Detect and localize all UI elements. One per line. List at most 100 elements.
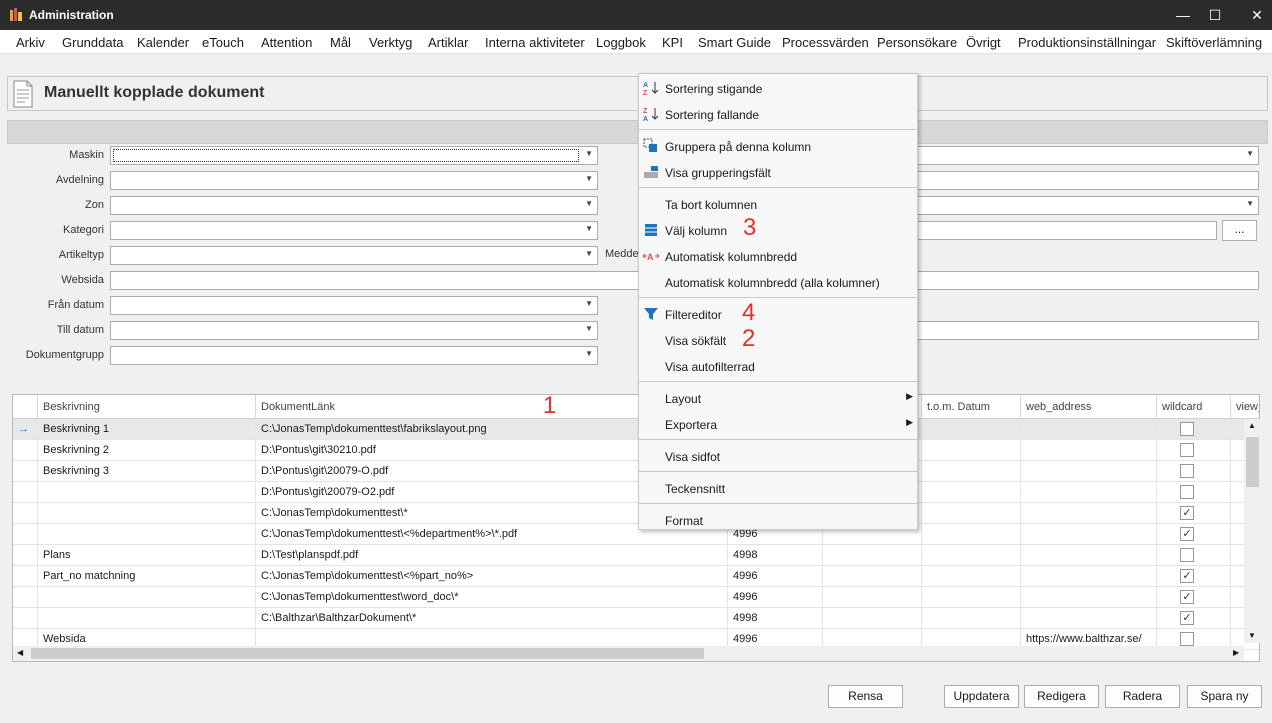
cell-dokumentlank[interactable]: C:\JonasTemp\dokumenttest\<%part_no%> (256, 566, 728, 587)
table-row[interactable]: C:\JonasTemp\dokumenttest\* ✓ (13, 503, 1259, 524)
cell-web-address[interactable] (1021, 587, 1157, 608)
cell-beskrivning[interactable]: Beskrivning 3 (38, 461, 256, 482)
websida-input[interactable] (110, 271, 640, 290)
fran-datum-picker[interactable]: ▼ (110, 296, 598, 315)
menu-sort-ascending[interactable]: AZ Sortering stigande (639, 76, 917, 100)
scroll-down-icon[interactable]: ▼ (1248, 631, 1256, 640)
zon-combo[interactable]: ▼ (110, 196, 598, 215)
scroll-thumb-horizontal[interactable] (31, 648, 704, 659)
table-row[interactable]: Beskrivning 3 D:\Pontus\git\20079-O.pdf (13, 461, 1259, 482)
menu-layout[interactable]: Layout ▶ (639, 386, 917, 410)
cell-tom-datum[interactable] (922, 545, 1021, 566)
cell-beskrivning[interactable] (38, 587, 256, 608)
table-row[interactable]: D:\Pontus\git\20079-O2.pdf (13, 482, 1259, 503)
table-row[interactable]: C:\JonasTemp\dokumenttest\word_doc\* 4996… (13, 587, 1259, 608)
menu-group-by-column[interactable]: Gruppera på denna kolumn (639, 134, 917, 158)
menu-font[interactable]: Teckensnitt (639, 476, 917, 500)
wildcard-checkbox[interactable]: ✓ (1180, 569, 1194, 583)
menu-loggbok[interactable]: Loggbok (596, 35, 646, 50)
cell-dokumentlank[interactable]: C:\JonasTemp\dokumenttest\word_doc\* (256, 587, 728, 608)
table-row[interactable]: Part_no matchning C:\JonasTemp\dokumentte… (13, 566, 1259, 587)
menu-show-autofilter-row[interactable]: Visa autofilterrad (639, 354, 917, 378)
menu-show-footer[interactable]: Visa sidfot (639, 444, 917, 468)
cell-beskrivning[interactable] (38, 503, 256, 524)
dokumentgrupp-combo[interactable]: ▼ (110, 346, 598, 365)
cell-wildcard[interactable]: ✓ (1157, 608, 1231, 629)
vertical-scrollbar[interactable]: ▲ ▼ (1244, 419, 1261, 643)
cell-tom-datum[interactable] (922, 461, 1021, 482)
cell-tom-datum[interactable] (922, 482, 1021, 503)
cell-web-address[interactable] (1021, 419, 1157, 440)
cell-beskrivning[interactable]: Beskrivning 1 (38, 419, 256, 440)
cell-empty[interactable] (823, 545, 922, 566)
menu-kpi[interactable]: KPI (662, 35, 683, 50)
wildcard-checkbox[interactable] (1180, 548, 1194, 562)
cell-number[interactable]: 4998 (728, 608, 823, 629)
radera-button[interactable]: Radera (1105, 685, 1180, 708)
horizontal-scrollbar[interactable]: ◀ ▶ (13, 646, 1244, 661)
scroll-left-icon[interactable]: ◀ (17, 648, 23, 657)
wildcard-checkbox[interactable] (1180, 422, 1194, 436)
cell-beskrivning[interactable] (38, 608, 256, 629)
column-header-beskrivning[interactable]: Beskrivning (38, 395, 256, 419)
menu-etouch[interactable]: eTouch (202, 35, 244, 50)
scroll-up-icon[interactable]: ▲ (1248, 421, 1256, 430)
cell-wildcard[interactable]: ✓ (1157, 524, 1231, 545)
browse-button[interactable]: ... (1222, 220, 1257, 241)
menu-personsokare[interactable]: Personsökare (877, 35, 957, 50)
scroll-right-icon[interactable]: ▶ (1233, 648, 1239, 657)
right-input-2[interactable] (900, 221, 1217, 240)
cell-web-address[interactable] (1021, 482, 1157, 503)
column-header-tom-datum[interactable]: t.o.m. Datum (922, 395, 1021, 419)
spara-ny-button[interactable]: Spara ny (1187, 685, 1262, 708)
cell-web-address[interactable] (1021, 566, 1157, 587)
cell-number[interactable]: 4996 (728, 587, 823, 608)
kategori-combo[interactable]: ▼ (110, 221, 598, 240)
cell-tom-datum[interactable] (922, 566, 1021, 587)
menu-filter-editor[interactable]: Filtereditor (639, 302, 917, 326)
cell-wildcard[interactable]: ✓ (1157, 503, 1231, 524)
menu-auto-column-width[interactable]: A Automatisk kolumnbredd (639, 244, 917, 268)
table-row[interactable]: C:\Balthzar\BalthzarDokument\* 4998 ✓ (13, 608, 1259, 629)
table-row[interactable]: C:\JonasTemp\dokumenttest\<%department%>… (13, 524, 1259, 545)
cell-beskrivning[interactable]: Beskrivning 2 (38, 440, 256, 461)
menu-smart-guide[interactable]: Smart Guide (698, 35, 771, 50)
maskin-combo[interactable]: ▼ (110, 146, 598, 165)
cell-tom-datum[interactable] (922, 440, 1021, 461)
menu-skiftoverlamning[interactable]: Skiftöverlämning (1166, 35, 1262, 50)
cell-wildcard[interactable]: ✓ (1157, 566, 1231, 587)
cell-tom-datum[interactable] (922, 419, 1021, 440)
menu-interna-aktiviteter[interactable]: Interna aktiviteter (485, 35, 585, 50)
menu-show-group-panel[interactable]: Visa grupperingsfält (639, 160, 917, 184)
cell-wildcard[interactable] (1157, 482, 1231, 503)
cell-wildcard[interactable] (1157, 419, 1231, 440)
redigera-button[interactable]: Redigera (1024, 685, 1099, 708)
wildcard-checkbox[interactable] (1180, 632, 1194, 646)
table-row[interactable]: → Beskrivning 1 C:\JonasTemp\dokumenttest\… (13, 419, 1259, 440)
cell-tom-datum[interactable] (922, 587, 1021, 608)
cell-wildcard[interactable] (1157, 440, 1231, 461)
cell-empty[interactable] (823, 587, 922, 608)
table-row[interactable]: Beskrivning 2 D:\Pontus\git\30210.pdf (13, 440, 1259, 461)
menu-choose-column[interactable]: Välj kolumn (639, 218, 917, 242)
menu-show-search-panel[interactable]: Visa sökfält (639, 328, 917, 352)
menu-attention[interactable]: Attention (261, 35, 312, 50)
menu-processvarden[interactable]: Processvärden (782, 35, 869, 50)
cell-web-address[interactable] (1021, 545, 1157, 566)
cell-beskrivning[interactable]: Part_no matchning (38, 566, 256, 587)
uppdatera-button[interactable]: Uppdatera (944, 685, 1019, 708)
documents-grid[interactable]: Beskrivning DokumentLänk t.o.m. Datum we… (12, 394, 1260, 662)
cell-number[interactable]: 4996 (728, 566, 823, 587)
cell-tom-datum[interactable] (922, 524, 1021, 545)
cell-number[interactable]: 4998 (728, 545, 823, 566)
menu-arkiv[interactable]: Arkiv (16, 35, 45, 50)
wildcard-checkbox[interactable] (1180, 443, 1194, 457)
cell-wildcard[interactable]: ✓ (1157, 587, 1231, 608)
rensa-button[interactable]: Rensa (828, 685, 903, 708)
menu-verktyg[interactable]: Verktyg (369, 35, 412, 50)
right-input-1[interactable] (900, 171, 1259, 190)
cell-web-address[interactable] (1021, 524, 1157, 545)
wildcard-checkbox[interactable]: ✓ (1180, 506, 1194, 520)
cell-beskrivning[interactable] (38, 482, 256, 503)
menu-format[interactable]: Format (639, 508, 917, 532)
